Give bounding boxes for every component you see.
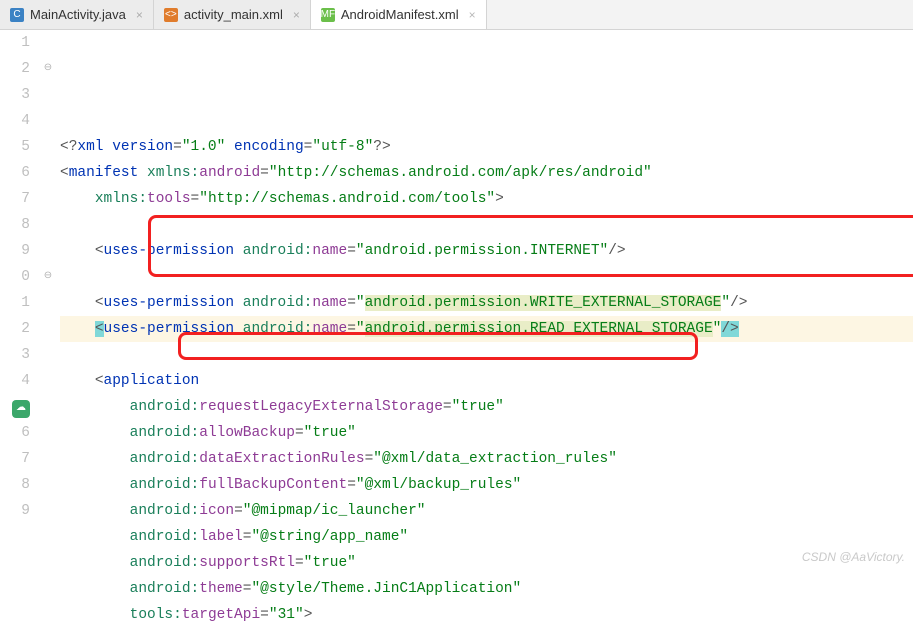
line-number: 1 bbox=[0, 30, 30, 56]
line-number: 4 bbox=[0, 108, 30, 134]
code-area[interactable]: <?xml version="1.0" encoding="utf-8"?><m… bbox=[56, 30, 913, 568]
fold-toggle bbox=[40, 160, 56, 186]
fold-toggle bbox=[40, 134, 56, 160]
fold-toggle bbox=[40, 82, 56, 108]
code-line[interactable]: xmlns:tools="http://schemas.android.com/… bbox=[60, 186, 913, 212]
code-line[interactable]: android:allowBackup="true" bbox=[60, 420, 913, 446]
line-number: 6 bbox=[0, 420, 30, 446]
fold-toggle bbox=[40, 238, 56, 264]
line-number: 2 bbox=[0, 56, 30, 82]
code-line[interactable]: <uses-permission android:name="android.p… bbox=[60, 238, 913, 264]
fold-toggle bbox=[40, 342, 56, 368]
line-number: 6 bbox=[0, 160, 30, 186]
line-number: 1 bbox=[0, 290, 30, 316]
fold-toggle bbox=[40, 446, 56, 472]
tab-label: activity_main.xml bbox=[184, 7, 283, 22]
file-type-icon: C bbox=[10, 8, 24, 22]
file-type-icon: MF bbox=[321, 8, 335, 22]
file-type-icon: <> bbox=[164, 8, 178, 22]
code-line[interactable] bbox=[60, 264, 913, 290]
line-number: 8 bbox=[0, 472, 30, 498]
code-line[interactable]: <manifest xmlns:android="http://schemas.… bbox=[60, 160, 913, 186]
fold-toggle bbox=[40, 472, 56, 498]
line-number: 9 bbox=[0, 238, 30, 264]
line-number: 0 bbox=[0, 264, 30, 290]
code-editor[interactable]: 12345678901234☁6789 ⊖⊖ <?xml version="1.… bbox=[0, 30, 913, 568]
close-icon[interactable]: × bbox=[469, 8, 476, 22]
line-number: 3 bbox=[0, 82, 30, 108]
code-line[interactable]: android:supportsRtl="true" bbox=[60, 550, 913, 576]
fold-toggle bbox=[40, 186, 56, 212]
tab-label: MainActivity.java bbox=[30, 7, 126, 22]
close-icon[interactable]: × bbox=[136, 8, 143, 22]
tab-activity_main-xml[interactable]: <> activity_main.xml × bbox=[154, 0, 311, 29]
line-number: 3 bbox=[0, 342, 30, 368]
line-number: 4 bbox=[0, 368, 30, 394]
fold-toggle bbox=[40, 394, 56, 420]
fold-toggle[interactable]: ⊖ bbox=[40, 56, 56, 82]
fold-toggle bbox=[40, 316, 56, 342]
code-line[interactable]: <?xml version="1.0" encoding="utf-8"?> bbox=[60, 134, 913, 160]
code-line[interactable]: tools:targetApi="31"> bbox=[60, 602, 913, 628]
watermark: CSDN @AaVictory. bbox=[802, 550, 905, 564]
fold-toggle[interactable]: ⊖ bbox=[40, 264, 56, 290]
fold-toggle bbox=[40, 290, 56, 316]
gutter-marker-icon[interactable]: ☁ bbox=[12, 400, 30, 418]
line-gutter: 12345678901234☁6789 bbox=[0, 30, 40, 568]
fold-toggle bbox=[40, 498, 56, 524]
fold-toggle bbox=[40, 30, 56, 56]
line-number: 7 bbox=[0, 186, 30, 212]
line-number: 7 bbox=[0, 446, 30, 472]
tab-mainactivity-java[interactable]: C MainActivity.java × bbox=[0, 0, 154, 29]
code-line[interactable] bbox=[60, 212, 913, 238]
fold-toggle bbox=[40, 212, 56, 238]
code-line[interactable]: android:theme="@style/Theme.JinC1Applica… bbox=[60, 576, 913, 602]
fold-toggle bbox=[40, 420, 56, 446]
fold-toggle bbox=[40, 108, 56, 134]
code-line[interactable]: android:requestLegacyExternalStorage="tr… bbox=[60, 394, 913, 420]
code-line[interactable]: android:label="@string/app_name" bbox=[60, 524, 913, 550]
line-number: 2 bbox=[0, 316, 30, 342]
code-line[interactable]: <uses-permission android:name="android.p… bbox=[60, 290, 913, 316]
tab-label: AndroidManifest.xml bbox=[341, 7, 459, 22]
code-line[interactable]: android:dataExtractionRules="@xml/data_e… bbox=[60, 446, 913, 472]
line-number: 5 bbox=[0, 134, 30, 160]
tab-bar: CMainActivity.java×<>activity_main.xml×M… bbox=[0, 0, 913, 30]
close-icon[interactable]: × bbox=[293, 8, 300, 22]
code-line[interactable]: android:fullBackupContent="@xml/backup_r… bbox=[60, 472, 913, 498]
fold-toggle bbox=[40, 368, 56, 394]
fold-column[interactable]: ⊖⊖ bbox=[40, 30, 56, 568]
line-number: ☁ bbox=[0, 394, 30, 420]
code-line[interactable]: android:icon="@mipmap/ic_launcher" bbox=[60, 498, 913, 524]
code-line[interactable]: <uses-permission android:name="android.p… bbox=[60, 316, 913, 342]
code-line[interactable]: <application bbox=[60, 368, 913, 394]
code-line[interactable] bbox=[60, 342, 913, 368]
tab-androidmanifest-xml[interactable]: MF AndroidManifest.xml × bbox=[311, 0, 487, 29]
line-number: 8 bbox=[0, 212, 30, 238]
line-number: 9 bbox=[0, 498, 30, 524]
